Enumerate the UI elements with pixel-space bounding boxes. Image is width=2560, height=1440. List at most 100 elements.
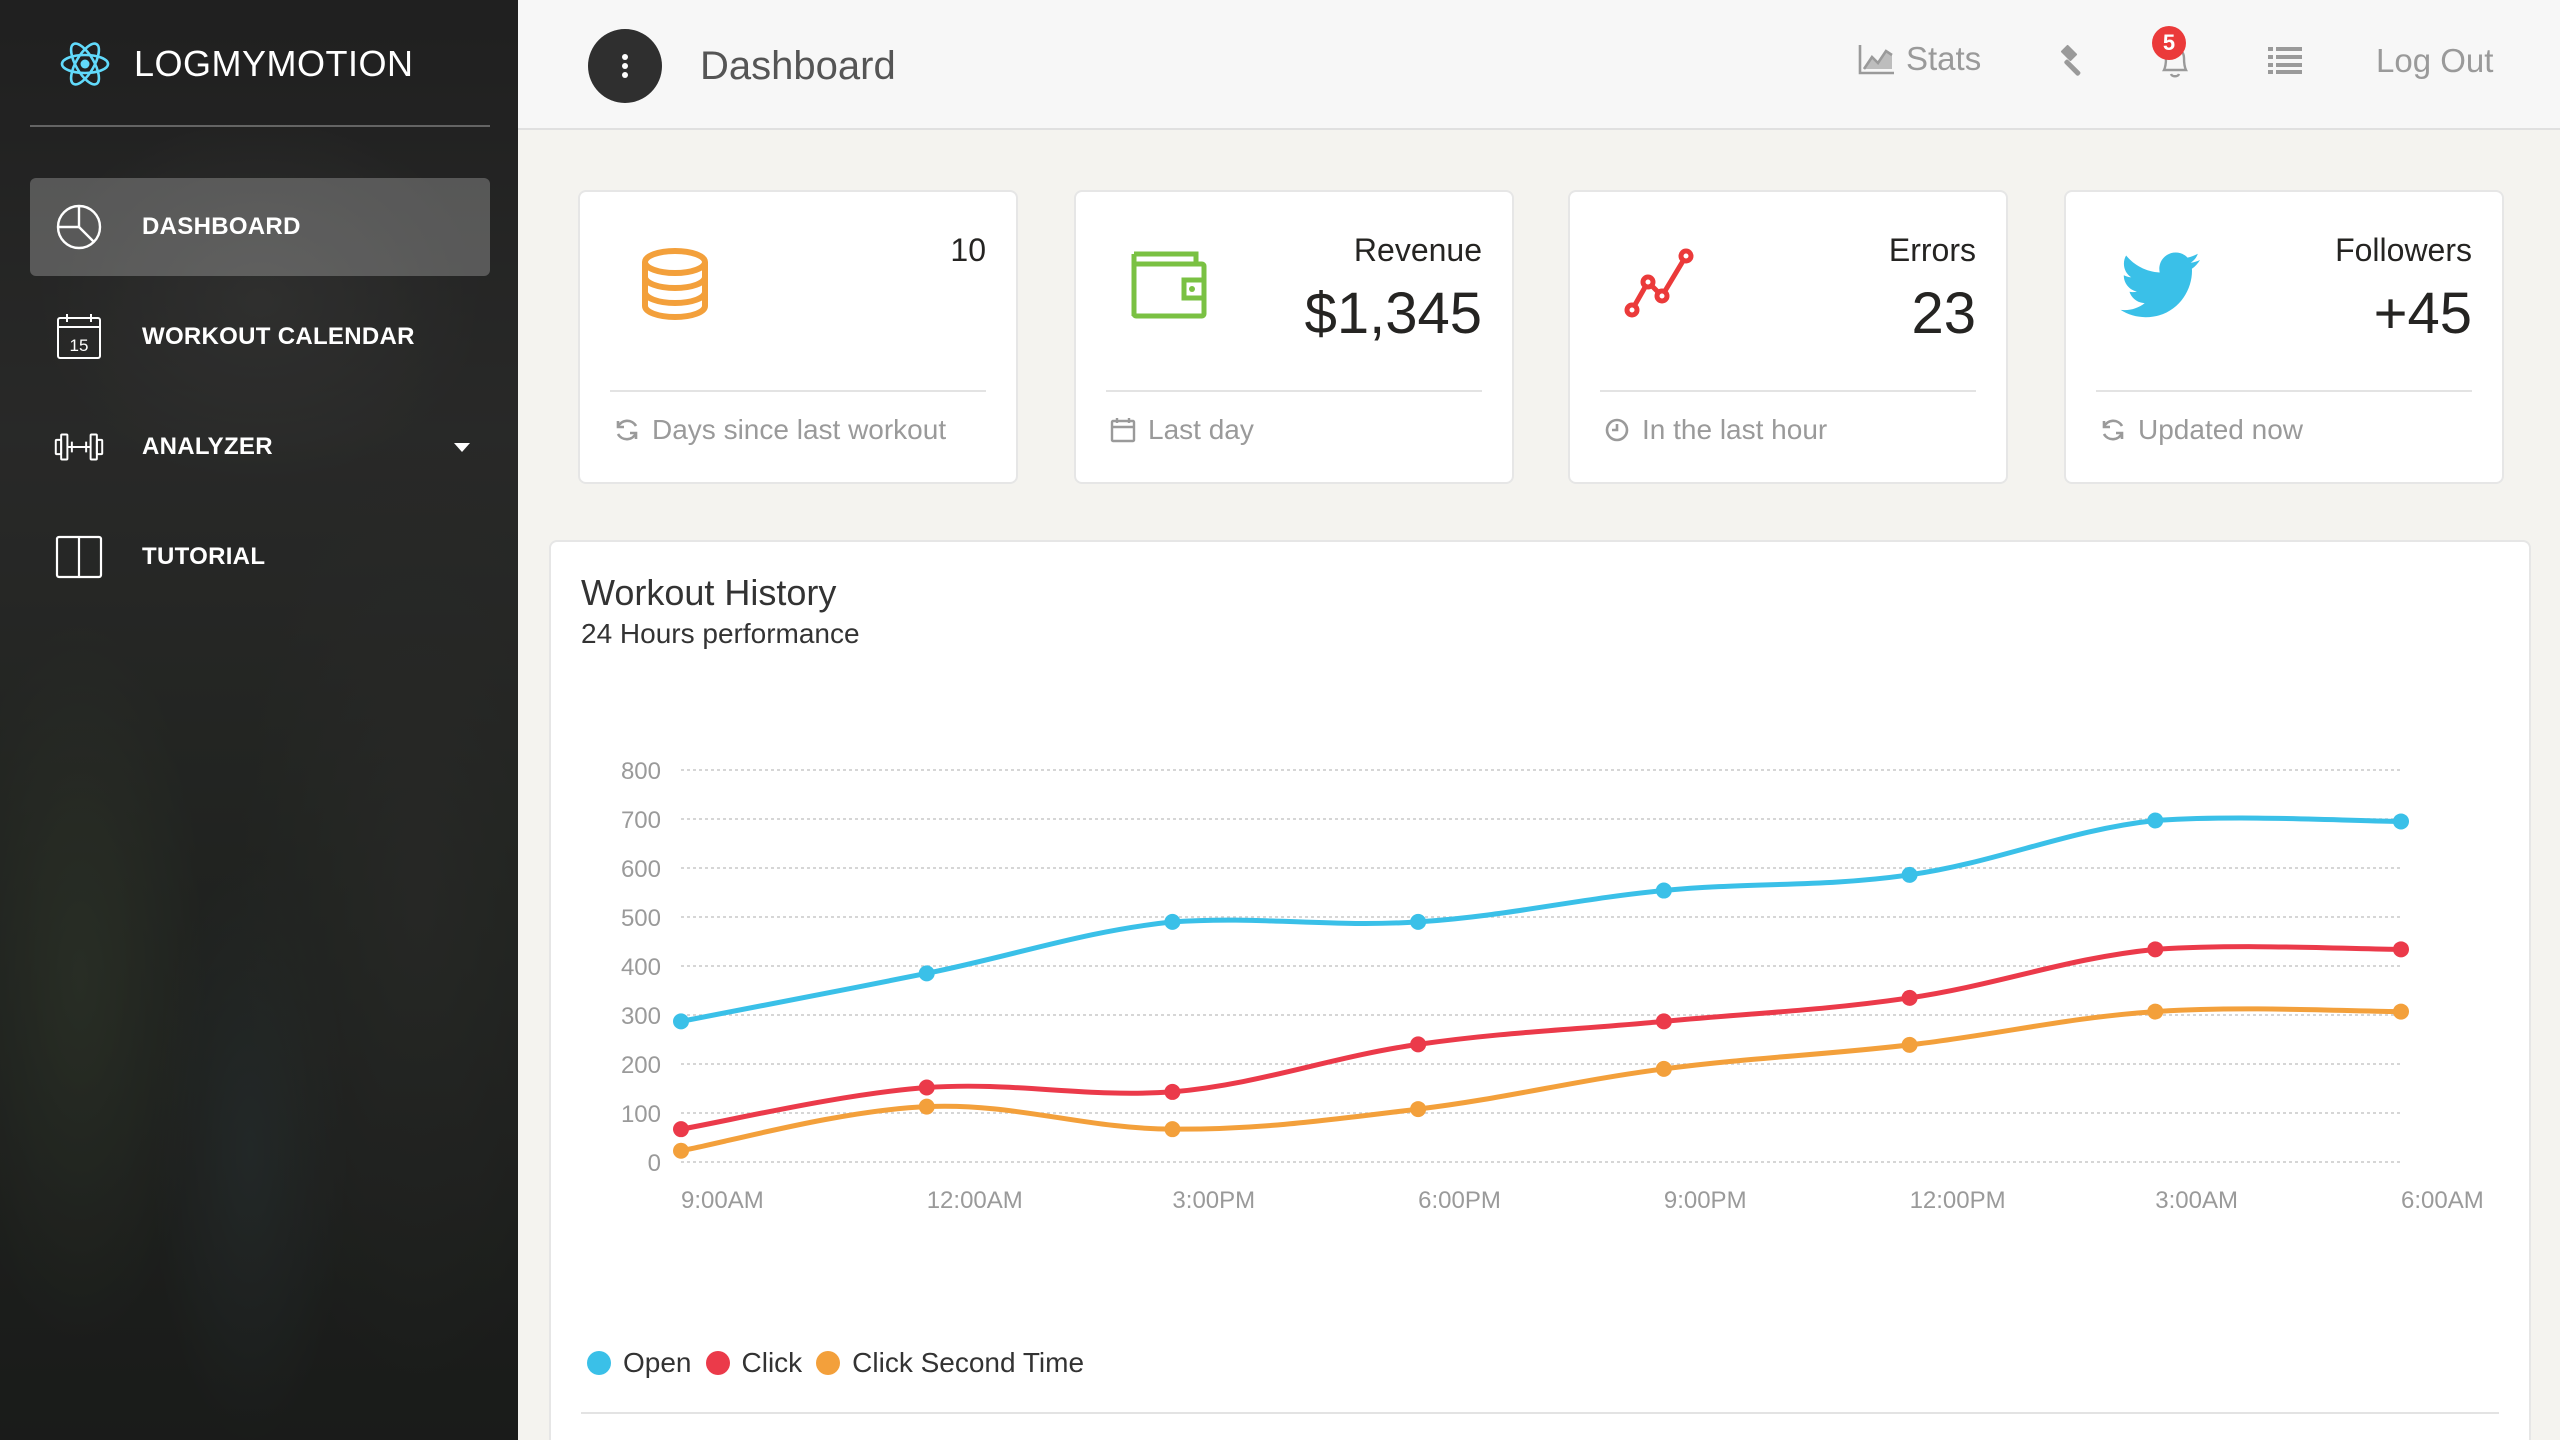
y-tick-label: 300 xyxy=(621,1003,661,1030)
y-tick-label: 600 xyxy=(621,856,661,883)
brand-divider xyxy=(30,125,490,127)
data-point xyxy=(673,1142,689,1159)
data-point xyxy=(918,965,935,982)
notifications-button[interactable]: 5 xyxy=(2152,26,2192,80)
y-tick-label: 500 xyxy=(621,905,661,932)
notification-badge: 5 xyxy=(2152,26,2186,60)
clock-icon xyxy=(1605,418,1629,442)
stat-value: 10 xyxy=(950,232,986,268)
card-divider xyxy=(1106,390,1482,392)
data-point xyxy=(2393,941,2409,958)
card-divider xyxy=(1600,390,1976,392)
stat-card-followers: Followers +45 Updated now xyxy=(2064,190,2504,484)
workout-history-card: Workout History 24 Hours performance 0 10… xyxy=(549,540,2531,1440)
stats-label: Stats xyxy=(1906,40,1982,77)
stat-card-workout: 10 Days since last workout xyxy=(578,190,1018,484)
chart-legend: Open Click Click Second Time xyxy=(587,1347,1098,1379)
stat-label: Followers xyxy=(2335,232,2472,268)
data-point xyxy=(918,1079,935,1096)
data-point xyxy=(1410,1036,1427,1053)
sidebar-item-label: DASHBOARD xyxy=(142,213,301,240)
chevron-down-icon[interactable] xyxy=(454,442,470,452)
legend-label: Click xyxy=(741,1347,803,1378)
stat-footer-text: Last day xyxy=(1148,414,1254,445)
twitter-icon xyxy=(2120,252,2200,318)
brand-name: LOGMYMOTION xyxy=(134,43,414,84)
brand[interactable]: LOGMYMOTION xyxy=(58,38,414,90)
data-point xyxy=(1901,1036,1918,1053)
stat-card-errors: Errors 23 In the last hour xyxy=(1568,190,2008,484)
svg-text:15: 15 xyxy=(70,336,89,355)
react-logo-icon xyxy=(60,42,110,86)
legend-swatch xyxy=(816,1351,841,1375)
legend-item-open[interactable]: Open xyxy=(587,1347,692,1379)
list-icon xyxy=(2268,47,2302,74)
data-point xyxy=(918,1098,935,1115)
refresh-icon xyxy=(616,419,638,441)
x-tick-label: 12:00AM xyxy=(927,1187,1023,1214)
legend-item-click[interactable]: Click xyxy=(705,1347,803,1379)
data-point xyxy=(1164,913,1181,930)
sidebar-item-label: TUTORIAL xyxy=(142,543,266,570)
page-title: Dashboard xyxy=(700,44,896,88)
stat-footer-text: In the last hour xyxy=(1642,414,1828,445)
sidebar-item-label: WORKOUT CALENDAR xyxy=(142,323,415,350)
sidebar-toggle-button[interactable] xyxy=(588,29,662,103)
stats-link[interactable]: Stats xyxy=(1858,40,1981,78)
stat-footer-text: Updated now xyxy=(2138,414,2304,445)
stat-footer: Days since last workout xyxy=(614,414,946,446)
gavel-icon xyxy=(2060,44,2081,76)
stat-label: Errors xyxy=(1888,232,1976,268)
y-tick-label: 0 xyxy=(648,1150,661,1177)
data-point xyxy=(2147,941,2164,958)
data-point xyxy=(1164,1083,1181,1100)
sidebar-item-analyzer[interactable]: ANALYZER xyxy=(30,398,490,496)
data-point xyxy=(2147,1003,2164,1020)
x-tick-label: 9:00AM xyxy=(681,1187,764,1214)
stat-card-revenue: Revenue $1,345 Last day xyxy=(1074,190,1514,484)
sidebar: LOGMYMOTION DASHBOARD 15 WORKOUT CALENDA… xyxy=(0,0,518,1440)
stat-value: $1,345 xyxy=(1304,281,1482,346)
legend-label: Open xyxy=(623,1347,692,1378)
calendar-small-icon xyxy=(1110,418,1136,443)
x-tick-label: 3:00AM xyxy=(2155,1187,2238,1214)
data-point xyxy=(1655,1060,1672,1077)
stat-value: 23 xyxy=(1911,281,1976,346)
wallet-icon xyxy=(1131,251,1207,319)
trend-icon xyxy=(1624,248,1694,318)
stat-value: +45 xyxy=(2373,281,2472,346)
sidebar-nav: DASHBOARD 15 WORKOUT CALENDAR ANALYZER T… xyxy=(30,178,490,618)
y-tick-label: 800 xyxy=(621,758,661,785)
y-tick-label: 100 xyxy=(621,1101,661,1128)
x-tick-label: 3:00PM xyxy=(1172,1187,1255,1214)
data-point xyxy=(1901,989,1918,1006)
legend-swatch xyxy=(587,1351,611,1375)
logout-button[interactable]: Log Out xyxy=(2376,42,2493,80)
data-point xyxy=(1164,1121,1181,1138)
data-point xyxy=(1901,866,1918,883)
line-chart: 0 100 200 300 400 500 600 700 800 9:00AM 12:00AM 3:… xyxy=(621,758,2484,1214)
calendar-icon: 15 xyxy=(54,312,104,362)
stat-footer: In the last hour xyxy=(1604,414,1827,446)
book-icon xyxy=(54,532,104,582)
dumbbell-icon xyxy=(54,422,104,472)
chart-footer-divider xyxy=(581,1412,2499,1414)
pie-chart-icon xyxy=(54,202,104,252)
stat-footer-text: Days since last workout xyxy=(652,414,947,445)
gavel-button[interactable] xyxy=(2052,44,2088,80)
stat-label: Revenue xyxy=(1353,232,1482,268)
data-point xyxy=(1410,1101,1427,1118)
series-line-click xyxy=(678,944,2404,1132)
sidebar-item-dashboard[interactable]: DASHBOARD xyxy=(30,178,490,276)
refresh-icon xyxy=(2102,419,2124,441)
data-point xyxy=(1655,882,1672,899)
more-vertical-icon xyxy=(622,54,628,78)
sidebar-item-tutorial[interactable]: TUTORIAL xyxy=(30,508,490,606)
list-view-button[interactable] xyxy=(2268,46,2302,74)
sidebar-item-workout-calendar[interactable]: 15 WORKOUT CALENDAR xyxy=(30,288,490,386)
stat-footer: Updated now xyxy=(2100,414,2303,446)
legend-label: Click Second Time xyxy=(852,1347,1085,1378)
x-tick-label: 9:00PM xyxy=(1664,1187,1747,1214)
legend-item-click-second-time[interactable]: Click Second Time xyxy=(816,1347,1084,1379)
x-tick-label: 6:00PM xyxy=(1418,1187,1501,1214)
